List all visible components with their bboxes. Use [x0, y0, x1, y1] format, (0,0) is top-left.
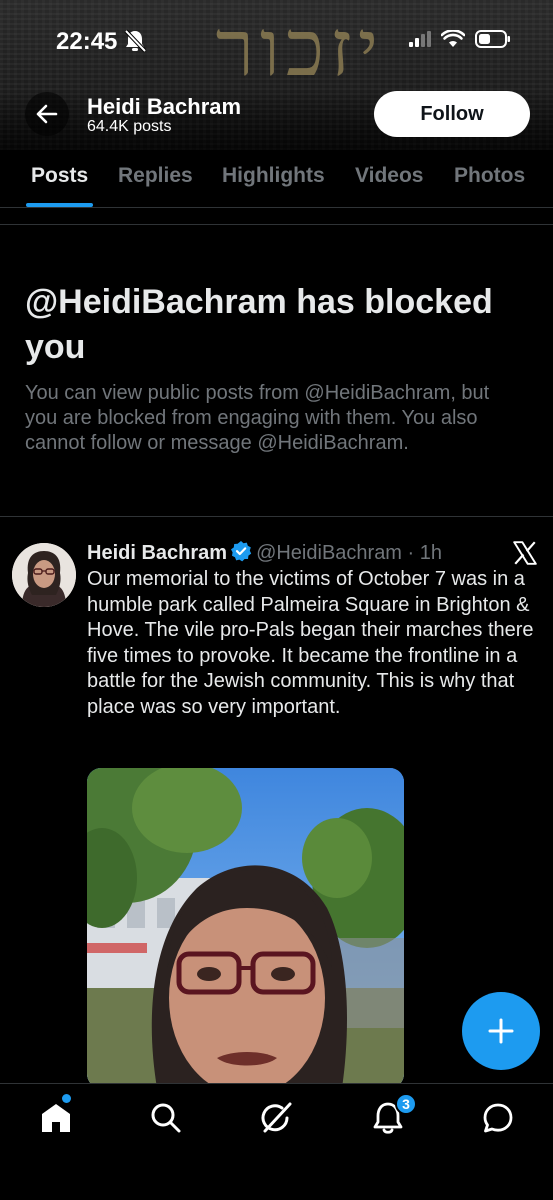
nav-search[interactable] — [146, 1098, 186, 1138]
home-icon — [42, 1104, 70, 1132]
divider — [0, 516, 553, 517]
video-thumbnail — [87, 768, 404, 1088]
search-icon — [151, 1103, 181, 1133]
back-button[interactable] — [25, 92, 69, 136]
cellular-signal-icon — [409, 31, 431, 47]
x-logo-icon — [513, 541, 537, 565]
banner-hebrew-text: יזכור — [215, 4, 385, 94]
blocked-title: @HeidiBachram has blocked you — [25, 283, 493, 366]
avatar-photo — [12, 543, 76, 607]
post-handle[interactable]: @HeidiBachram — [256, 542, 402, 564]
profile-post-count: 64.4K posts — [87, 118, 172, 135]
tab-highlights[interactable]: Highlights — [222, 164, 325, 188]
verified-badge-icon — [231, 541, 252, 562]
wifi-icon — [441, 30, 465, 47]
blocked-description: You can view public posts from @HeidiBac… — [25, 382, 490, 454]
nav-grok[interactable] — [257, 1098, 297, 1138]
arrow-left-icon — [36, 104, 58, 124]
tab-posts[interactable]: Posts — [31, 164, 88, 188]
tab-photos[interactable]: Photos — [454, 164, 525, 188]
post-header: Heidi Bachram @HeidiBachram · 1h — [87, 540, 467, 566]
grok-icon — [261, 1102, 292, 1133]
messages-icon — [483, 1103, 513, 1133]
post-media-video[interactable] — [87, 768, 404, 1088]
status-icons — [409, 30, 511, 48]
avatar[interactable] — [12, 543, 76, 607]
nav-messages[interactable] — [478, 1098, 518, 1138]
profile-name: Heidi Bachram — [87, 94, 242, 119]
notification-count-badge: 3 — [395, 1093, 417, 1115]
post-timestamp[interactable]: 1h — [420, 542, 442, 564]
follow-button[interactable]: Follow — [374, 91, 530, 137]
profile-tabs: Posts Replies Highlights Videos Photos — [0, 150, 553, 208]
tab-replies[interactable]: Replies — [118, 164, 193, 188]
post-text: Our memorial to the victims of October 7… — [87, 568, 534, 718]
nav-home[interactable] — [36, 1098, 76, 1138]
active-tab-indicator — [26, 203, 93, 207]
compose-post-button[interactable] — [462, 992, 540, 1070]
battery-icon — [475, 30, 510, 48]
home-new-indicator — [62, 1094, 71, 1103]
status-time: 22:45 — [56, 28, 118, 55]
plus-icon — [488, 1018, 514, 1044]
tab-videos[interactable]: Videos — [355, 164, 423, 188]
divider — [0, 224, 553, 225]
bottom-navigation: 3 — [0, 1083, 553, 1200]
post-separator: · — [407, 542, 415, 564]
bell-muted-icon — [124, 29, 146, 53]
post-author[interactable]: Heidi Bachram — [87, 542, 227, 564]
